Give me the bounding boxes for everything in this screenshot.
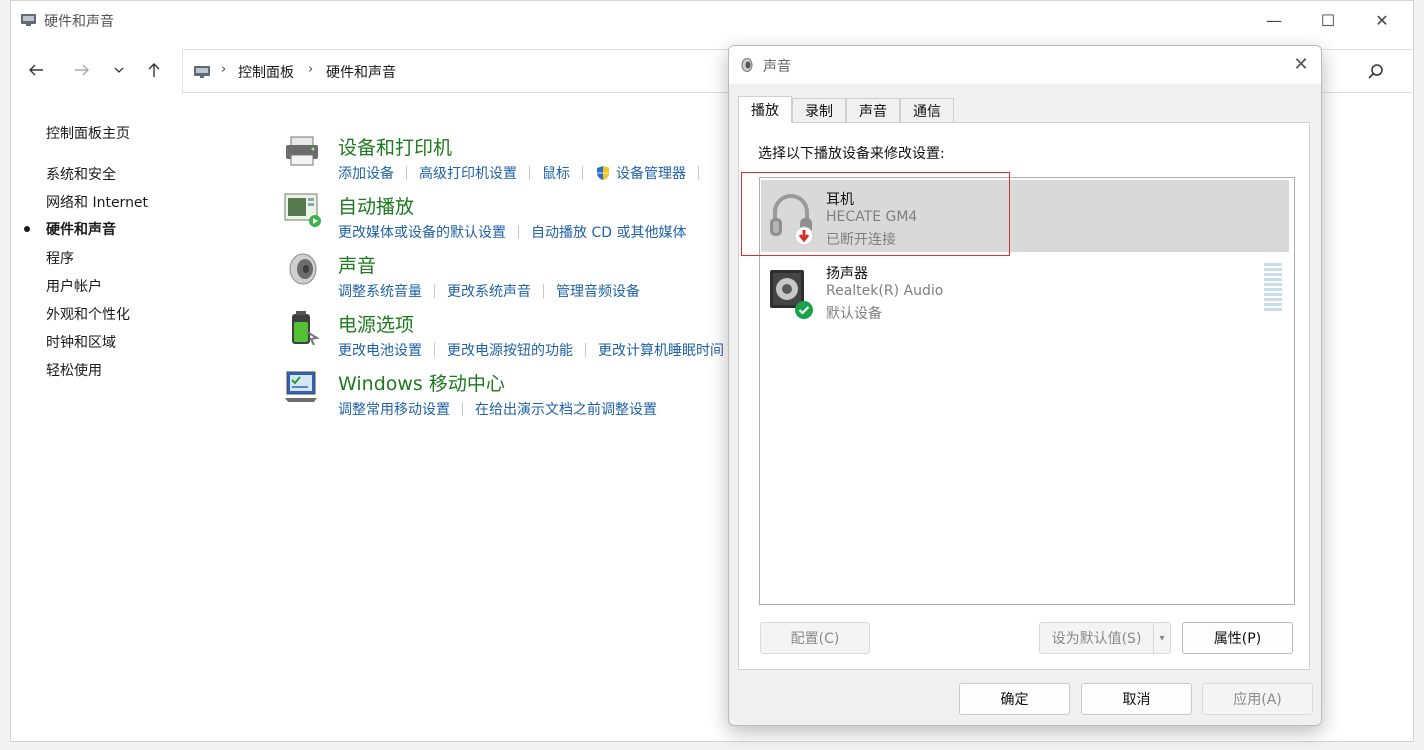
back-button[interactable]: [23, 57, 49, 83]
category-title[interactable]: Windows 移动中心: [338, 369, 505, 396]
battery-icon: [292, 311, 320, 346]
printer-icon: [286, 136, 318, 166]
sidebar-item-home[interactable]: 控制面板主页: [46, 123, 130, 143]
maximize-button[interactable]: ☐: [1301, 1, 1355, 39]
tab-sounds[interactable]: 声音: [846, 98, 900, 122]
chevron-down-icon: [114, 67, 124, 73]
arrow-up-icon: [148, 63, 160, 77]
sidebar-item-user-accounts[interactable]: 用户帐户: [46, 276, 102, 296]
tab-communications[interactable]: 通信: [900, 98, 954, 122]
default-check-icon: [795, 301, 813, 319]
link-change-sleep-time[interactable]: 更改计算机睡眠时间: [598, 340, 724, 360]
control-panel-icon: [21, 14, 36, 26]
playback-panel: 选择以下播放设备来修改设置: 耳机 HECATE GM4 已断开连接 扬声器 R…: [738, 122, 1310, 670]
playback-device-list[interactable]: 耳机 HECATE GM4 已断开连接 扬声器 Realtek(R) Audio…: [759, 177, 1295, 605]
search-icon[interactable]: [1366, 62, 1386, 82]
close-button[interactable]: ✕: [1355, 1, 1409, 39]
link-adjust-mobility-settings[interactable]: 调整常用移动设置: [338, 399, 450, 419]
dialog-title: 声音: [763, 59, 791, 75]
forward-button[interactable]: [69, 57, 95, 83]
breadcrumb-hardware-sound[interactable]: 硬件和声音: [326, 62, 396, 82]
category-title[interactable]: 声音: [338, 251, 376, 278]
link-divider: [698, 166, 699, 180]
window-title: 硬件和声音: [44, 14, 114, 30]
device-name: 扬声器: [826, 266, 868, 282]
cancel-button[interactable]: 取消: [1081, 683, 1192, 715]
category-title[interactable]: 设备和打印机: [338, 133, 452, 160]
sound-dialog-icon: [741, 58, 753, 72]
link-divider: [529, 166, 530, 180]
panel-instruction: 选择以下播放设备来修改设置:: [758, 146, 945, 162]
volume-level-meter: [1264, 263, 1282, 313]
speaker-icon: [289, 253, 317, 285]
dialog-close-button[interactable]: ✕: [1289, 52, 1313, 76]
dialog-title-bar: 声音 ✕: [729, 46, 1321, 84]
sidebar-item-ease-of-access[interactable]: 轻松使用: [46, 360, 102, 380]
tab-playback[interactable]: 播放: [738, 96, 792, 123]
recent-locations-button[interactable]: [109, 57, 129, 83]
set-default-button[interactable]: 设为默认值(S): [1039, 622, 1154, 654]
link-autoplay-cd[interactable]: 自动播放 CD 或其他媒体: [531, 222, 686, 242]
mobility-center-icon: [285, 371, 317, 402]
active-indicator: [24, 226, 30, 232]
device-name: 耳机: [826, 192, 854, 208]
disconnected-arrow-icon: [794, 226, 814, 246]
link-change-power-button[interactable]: 更改电源按钮的功能: [447, 340, 573, 360]
minimize-button[interactable]: —: [1247, 1, 1301, 39]
autoplay-icon: [284, 193, 321, 227]
sidebar-item-system-security[interactable]: 系统和安全: [46, 164, 116, 184]
link-presentation-settings[interactable]: 在给出演示文档之前调整设置: [475, 399, 657, 419]
link-divider: [518, 225, 519, 239]
ok-button[interactable]: 确定: [959, 683, 1070, 715]
device-status: 已断开连接: [826, 232, 896, 248]
link-divider: [434, 343, 435, 357]
link-divider: [434, 284, 435, 298]
link-change-media-defaults[interactable]: 更改媒体或设备的默认设置: [338, 222, 506, 242]
device-status: 默认设备: [826, 306, 882, 322]
sidebar-item-appearance[interactable]: 外观和个性化: [46, 304, 130, 324]
sidebar-item-hardware-sound[interactable]: 硬件和声音: [46, 219, 116, 239]
device-description: HECATE GM4: [826, 209, 918, 225]
category-title[interactable]: 自动播放: [338, 192, 414, 219]
breadcrumb-control-panel[interactable]: 控制面板: [238, 62, 294, 82]
link-adjust-volume[interactable]: 调整系统音量: [338, 281, 422, 301]
link-manage-audio-devices[interactable]: 管理音频设备: [556, 281, 640, 301]
apply-button[interactable]: 应用(A): [1202, 683, 1313, 715]
arrow-right-icon: [75, 64, 89, 76]
device-headphones[interactable]: 耳机 HECATE GM4 已断开连接: [761, 180, 1289, 252]
link-add-device[interactable]: 添加设备: [338, 163, 394, 183]
properties-button[interactable]: 属性(P): [1182, 622, 1293, 654]
configure-button[interactable]: 配置(C): [760, 622, 870, 654]
link-divider: [585, 343, 586, 357]
uac-shield-icon: [597, 166, 609, 180]
link-divider: [543, 284, 544, 298]
link-change-battery-settings[interactable]: 更改电池设置: [338, 340, 422, 360]
link-divider: [462, 402, 463, 416]
link-change-system-sounds[interactable]: 更改系统声音: [447, 281, 531, 301]
title-bar: 硬件和声音 — ☐ ✕: [11, 1, 1413, 39]
up-button[interactable]: [141, 57, 167, 83]
category-title[interactable]: 电源选项: [338, 310, 414, 337]
link-advanced-printer-settings[interactable]: 高级打印机设置: [419, 163, 517, 183]
arrow-left-icon: [29, 64, 43, 76]
link-device-manager[interactable]: 设备管理器: [616, 163, 686, 183]
device-description: Realtek(R) Audio: [826, 283, 944, 299]
link-mouse[interactable]: 鼠标: [542, 163, 570, 183]
link-divider: [582, 166, 583, 180]
device-speakers[interactable]: 扬声器 Realtek(R) Audio 默认设备: [761, 254, 1289, 326]
sidebar-item-programs[interactable]: 程序: [46, 248, 74, 268]
set-default-dropdown-button[interactable]: ▾: [1153, 622, 1171, 654]
breadcrumb-separator: ›: [308, 62, 314, 77]
sidebar-item-clock-region[interactable]: 时钟和区域: [46, 332, 116, 352]
breadcrumb-separator: ›: [221, 62, 227, 77]
sidebar-item-network[interactable]: 网络和 Internet: [46, 192, 148, 212]
tab-recording[interactable]: 录制: [792, 98, 846, 122]
control-panel-icon: [194, 66, 210, 78]
sound-dialog: 声音 ✕ 播放 录制 声音 通信 选择以下播放设备来修改设置: 耳机 HECAT…: [728, 45, 1322, 726]
link-divider: [406, 166, 407, 180]
